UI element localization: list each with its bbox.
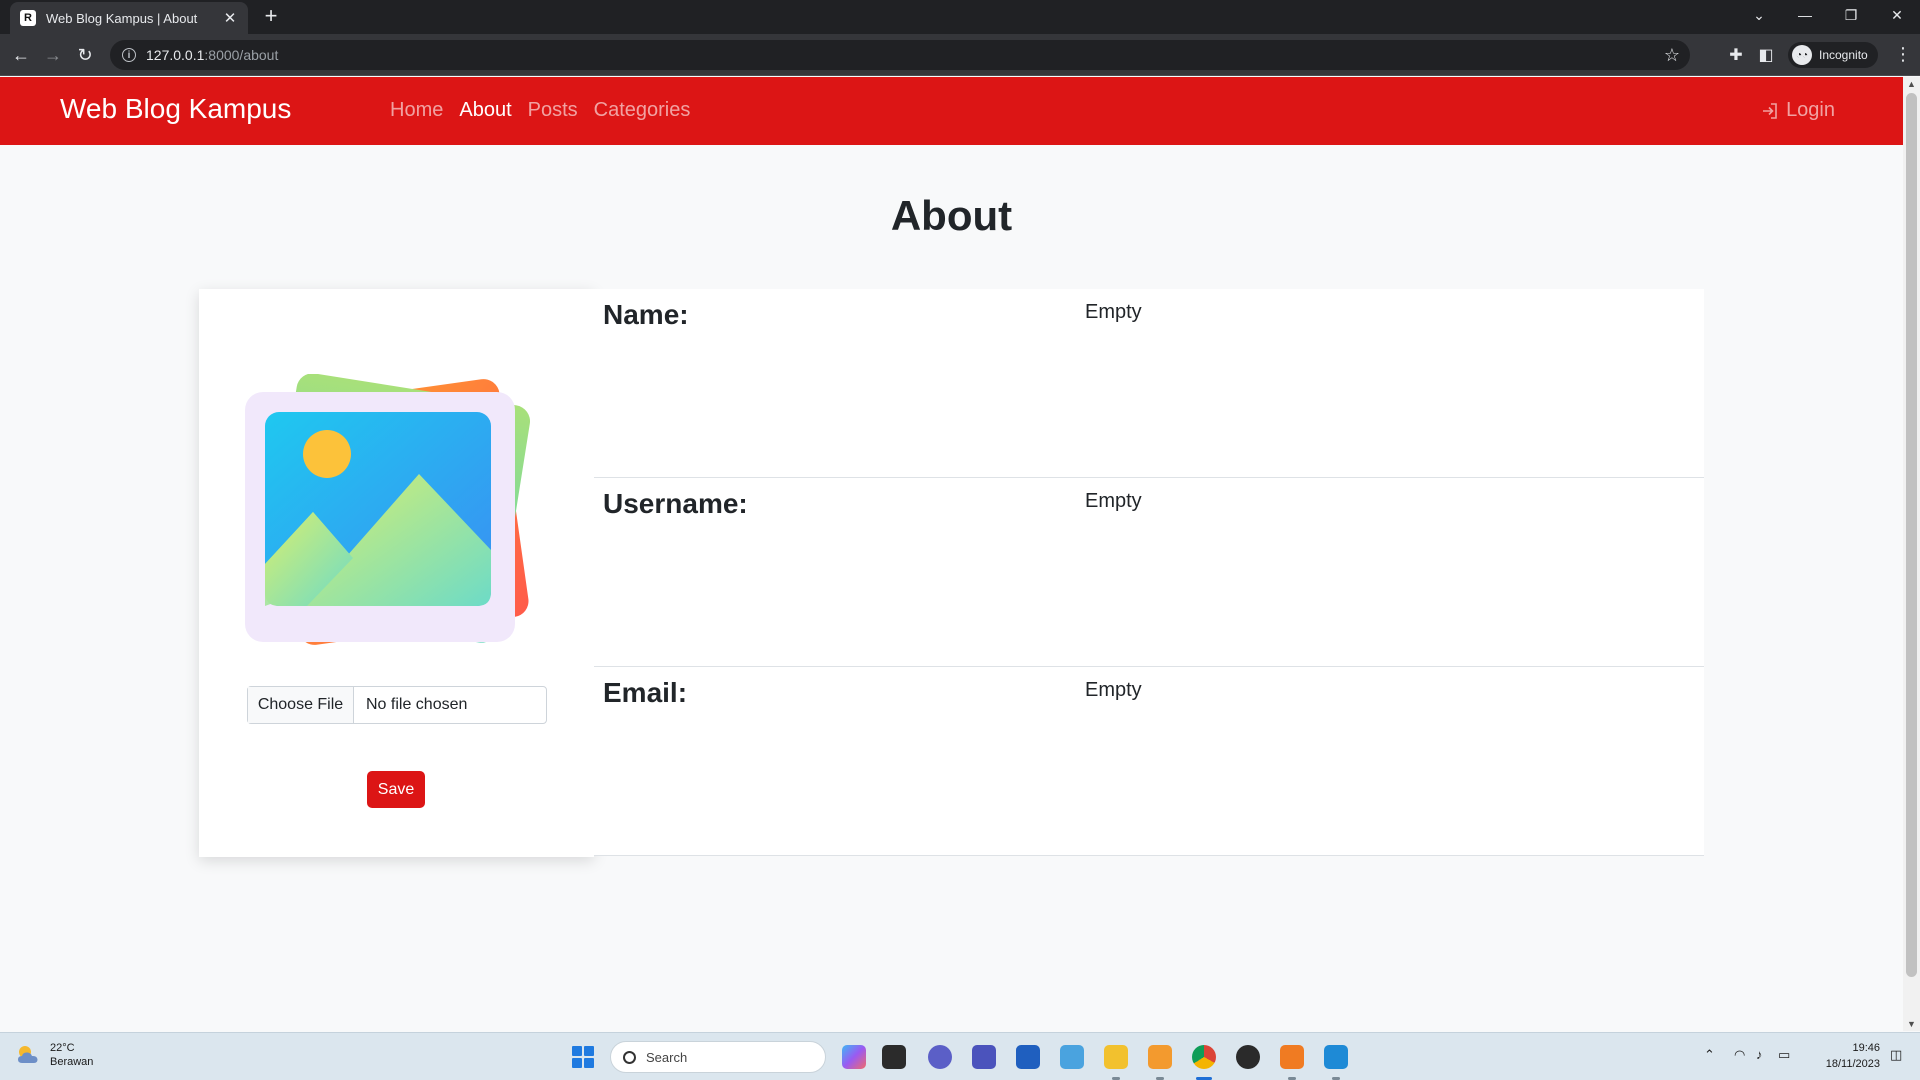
info-value-username: Empty [1085,490,1142,512]
minimize-button[interactable]: — [1782,0,1828,30]
info-row-name: Name: Empty [594,289,1704,478]
info-row-username: Username: Empty [594,478,1704,667]
nav-link-categories[interactable]: Categories [594,99,691,122]
login-label: Login [1786,99,1835,121]
control-panel-icon[interactable] [1060,1045,1084,1069]
info-row-email: Email: Empty [594,667,1704,856]
info-label-email: Email: [603,677,688,708]
tray-chevron-up-icon[interactable]: ⌃ [1704,1047,1715,1063]
taskbar-search-box[interactable]: Search [610,1041,826,1073]
browser-menu-icon[interactable]: ⋮ [1894,44,1912,65]
scroll-down-arrow-icon[interactable]: ▼ [1907,1019,1916,1029]
chrome-icon[interactable] [1192,1045,1216,1069]
volume-icon[interactable]: ♪ [1756,1047,1763,1062]
profile-photo-card: Choose File No file chosen Save [199,289,594,857]
photo-file-input[interactable]: Choose File No file chosen [247,686,547,724]
copilot-icon[interactable] [842,1045,866,1069]
image-placeholder-icon [245,374,531,645]
side-panel-icon[interactable]: ◧ [1756,45,1776,65]
url-path: :8000/about [204,47,279,63]
info-label-name: Name: [603,299,689,330]
site-info-icon[interactable]: i [122,48,136,62]
login-link[interactable]: Login [1760,99,1835,122]
back-arrow-icon[interactable]: ← [8,42,34,68]
info-value-email: Empty [1085,679,1142,701]
task-view-icon[interactable] [882,1045,906,1069]
tab-favicon-icon: R [20,10,36,26]
scroll-up-arrow-icon[interactable]: ▲ [1907,79,1916,89]
nav-links: Home About Posts Categories [390,99,690,122]
bookmark-star-icon[interactable]: ☆ [1664,45,1680,66]
xampp-icon[interactable] [1280,1045,1304,1069]
file-explorer-icon[interactable] [1104,1045,1128,1069]
extensions-puzzle-icon[interactable]: ✚ [1726,45,1746,65]
choose-file-button[interactable]: Choose File [248,687,354,723]
info-value-name: Empty [1085,301,1142,323]
vscode-icon[interactable] [1324,1045,1348,1069]
forward-arrow-icon[interactable]: → [40,42,66,68]
restore-button[interactable]: ❐ [1828,0,1874,30]
info-label-username: Username: [603,488,748,519]
login-arrow-icon [1763,102,1777,119]
clock-date: 18/11/2023 [1825,1058,1880,1070]
address-bar[interactable]: i 127.0.0.1:8000/about ☆ [110,40,1690,70]
weather-description: Berawan [50,1056,94,1068]
save-button[interactable]: Save [367,771,425,808]
taskbar-search-label: Search [646,1049,688,1065]
wifi-icon[interactable]: ◠ [1734,1047,1745,1063]
incognito-label: Incognito [1819,48,1868,62]
navbar-brand[interactable]: Web Blog Kampus [60,93,291,125]
taskbar-clock[interactable]: 19:46 18/11/2023 [1810,1040,1880,1072]
page-scrollbar[interactable]: ▲ ▼ [1903,77,1920,1031]
browser-tab-strip: R Web Blog Kampus | About ✕ + ⌄ — ❐ ✕ [0,0,1920,34]
tab-title: Web Blog Kampus | About [46,10,198,26]
browser-toolbar: ← → ↻ i 127.0.0.1:8000/about ☆ ✚ ◧ ◔◔ In… [0,34,1920,76]
search-icon [623,1050,636,1064]
browser-tab[interactable]: R Web Blog Kampus | About ✕ [10,2,248,34]
store-icon[interactable] [1016,1045,1040,1069]
teams-icon[interactable] [972,1045,996,1069]
site-navbar: Web Blog Kampus Home About Posts Categor… [0,77,1903,145]
windows-taskbar: 22°C Berawan Search ⌃ ◠ ♪ ▭ 19:46 18/11/… [0,1032,1920,1080]
new-tab-button[interactable]: + [258,4,284,30]
nav-link-home[interactable]: Home [390,99,443,122]
weather-widget[interactable]: 22°C Berawan [16,1041,93,1069]
chevron-down-icon[interactable]: ⌄ [1736,0,1782,30]
obs-icon[interactable] [1236,1045,1260,1069]
file-status-text: No file chosen [366,696,468,713]
reload-icon[interactable]: ↻ [72,42,98,68]
chat-icon[interactable] [928,1045,952,1069]
cloudy-weather-icon [18,1046,38,1063]
nav-link-about[interactable]: About [459,99,511,122]
url-host: 127.0.0.1 [146,47,205,63]
nav-link-posts[interactable]: Posts [528,99,578,122]
window-close-button[interactable]: ✕ [1874,0,1920,30]
scroll-thumb[interactable] [1906,93,1917,977]
close-icon[interactable]: ✕ [222,9,238,27]
notification-bell-icon[interactable]: ◫ [1890,1047,1902,1063]
profile-info-table: Name: Empty Username: Empty Email: Empty [594,289,1704,856]
incognito-icon: ◔◔ [1792,45,1812,65]
media-player-icon[interactable] [1148,1045,1172,1069]
battery-icon[interactable]: ▭ [1778,1047,1790,1063]
page-title: About [890,192,1013,239]
windows-start-icon[interactable] [572,1046,594,1068]
incognito-profile-button[interactable]: ◔◔ Incognito [1788,42,1878,68]
weather-temperature: 22°C [50,1042,75,1054]
clock-time: 19:46 [1852,1042,1880,1054]
